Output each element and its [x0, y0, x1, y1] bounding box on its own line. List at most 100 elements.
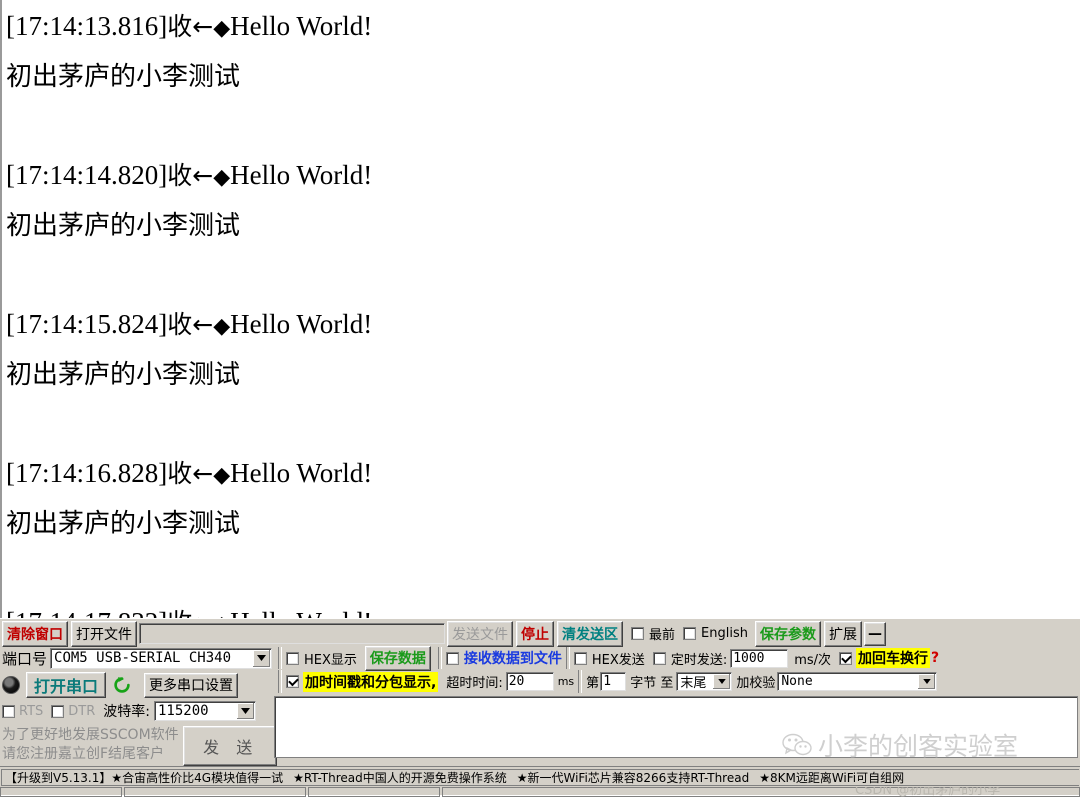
status-bar [0, 787, 1080, 797]
status-cell [308, 787, 440, 797]
rts-checkbox[interactable] [2, 704, 15, 718]
crlf-checkbox[interactable] [839, 651, 853, 665]
receive-payload: Hello World! [230, 160, 373, 190]
recv-to-file-checkbox[interactable] [445, 651, 459, 665]
arrow-left-icon: ← [192, 310, 214, 339]
diamond-icon: ◆ [213, 16, 231, 41]
receive-block: [17:14:16.828]收←◆Hello World! 初出茅庐的小李测试 [6, 449, 1080, 549]
ad-ticker-segment[interactable]: ★RT-Thread中国人的开源免费操作系统 [293, 770, 507, 785]
chevron-down-icon[interactable] [253, 649, 270, 667]
sscom-window: [17:14:13.816]收←◆Hello World! 初出茅庐的小李测试 [… [0, 0, 1080, 798]
status-cell [124, 787, 306, 797]
arrow-left-icon: ← [192, 608, 213, 618]
divider [565, 647, 570, 669]
port-settings-column: 端口号 COM5 USB-SERIAL CH340 打开串口 更多串口设置 RT… [0, 646, 277, 766]
control-panel: 清除窗口 打开文件 发送文件 停止 清发送区 最前 English 保存参数 扩… [0, 618, 1080, 766]
options-row-1: HEX显示 保存数据 接收数据到文件 HEX发送 定时发送: 1000 ms/次… [274, 645, 1080, 671]
port-select[interactable]: COM5 USB-SERIAL CH340 [50, 647, 272, 669]
send-button[interactable]: 发 送 [182, 726, 277, 766]
hex-display-checkbox[interactable] [286, 651, 299, 665]
arrow-left-icon: ← [192, 459, 214, 488]
timed-send-interval-input[interactable]: 1000 [730, 648, 789, 668]
receive-line-header: [17:14:14.820]收←◆Hello World! [6, 151, 1080, 202]
more-port-settings-button[interactable]: 更多串口设置 [144, 672, 239, 698]
recv-to-file-label[interactable]: 接收数据到文件 [464, 648, 562, 668]
topmost-label: 最前 [649, 628, 676, 643]
topmost-checkbox-group[interactable]: 最前 [631, 624, 675, 643]
receive-area[interactable]: [17:14:13.816]收←◆Hello World! 初出茅庐的小李测试 [… [0, 0, 1080, 618]
receive-line-body: 初出茅庐的小李测试 [6, 509, 241, 539]
receive-blank-line [6, 102, 1080, 151]
chevron-down-icon[interactable] [236, 703, 254, 719]
receive-block: [17:14:14.820]收←◆Hello World! 初出茅庐的小李测试 [6, 151, 1080, 251]
hex-send-checkbox[interactable] [573, 651, 587, 665]
timed-send-unit: ms/次 [794, 652, 832, 668]
timed-send-label: 定时发送: [670, 652, 728, 668]
rts-label: RTS [19, 703, 44, 719]
byte-end-select[interactable]: 末尾 [676, 672, 733, 691]
receive-timestamp: [17:14:13.816] [6, 11, 168, 41]
extend-button[interactable]: 扩展 [823, 620, 862, 647]
topmost-checkbox[interactable] [631, 627, 644, 640]
stop-button[interactable]: 停止 [516, 620, 554, 647]
byte-prefix-label: 第 [586, 676, 600, 691]
byte-start-input[interactable]: 1 [600, 672, 627, 691]
baud-row: RTS DTR 波特率: 115200 [2, 700, 272, 722]
minimize-button[interactable]: — [863, 621, 886, 646]
receive-timestamp: [17:14:16.828] [6, 458, 168, 488]
receive-line-body: 初出茅庐的小李测试 [6, 360, 241, 390]
ad-ticker: 【升级到V5.13.1】★合宙高性价比4G模块值得一试 ★RT-Thread中国人… [0, 766, 1080, 787]
register-notice-row: 为了更好地发展SSCOM软件 请您注册嘉立创F结尾客户 发 送 [2, 726, 277, 766]
receive-direction: 收 [167, 12, 193, 41]
chevron-down-icon[interactable] [918, 674, 936, 689]
save-param-button[interactable]: 保存参数 [754, 620, 821, 647]
register-notice: 为了更好地发展SSCOM软件 请您注册嘉立创F结尾客户 [2, 726, 179, 766]
file-path-input[interactable] [139, 623, 445, 644]
port-select-value: COM5 USB-SERIAL CH340 [54, 650, 232, 666]
receive-line-header: [17:14:17.832]收←◆Hello World! [6, 598, 1080, 618]
dtr-label: DTR [68, 703, 96, 719]
receive-payload: Hello World! [230, 458, 373, 488]
receive-blank-line [6, 400, 1080, 449]
checksum-select[interactable]: None [777, 672, 938, 691]
refresh-icon[interactable] [112, 676, 132, 694]
port-label: 端口号 [2, 649, 48, 668]
help-icon[interactable]: ? [931, 650, 939, 666]
timed-send-checkbox[interactable] [652, 651, 666, 665]
send-input[interactable] [274, 696, 1078, 758]
timeout-input[interactable]: 20 [505, 672, 554, 691]
receive-block: [17:14:13.816]收←◆Hello World! 初出茅庐的小李测试 [6, 2, 1080, 102]
ad-ticker-segment[interactable]: ★新一代WiFi芯片兼容8266支持RT-Thread [517, 770, 749, 785]
clear-window-button[interactable]: 清除窗口 [2, 620, 68, 647]
ad-ticker-text[interactable]: 【升级到V5.13.1】★合宙高性价比4G模块值得一试 ★RT-Thread中国人… [1, 768, 1079, 786]
save-data-button[interactable]: 保存数据 [364, 645, 431, 671]
open-port-row: 打开串口 更多串口设置 [2, 672, 272, 698]
ad-ticker-segment[interactable]: 【升级到V5.13.1】★合宙高性价比4G模块值得一试 [5, 770, 283, 785]
dtr-checkbox[interactable] [51, 704, 65, 718]
arrow-left-icon: ← [192, 161, 214, 190]
baud-select[interactable]: 115200 [153, 701, 256, 721]
open-port-button[interactable]: 打开串口 [26, 672, 107, 698]
ad-ticker-segment[interactable]: ★8KM远距离WiFi可自组网 [759, 770, 904, 785]
clear-send-area-button[interactable]: 清发送区 [557, 620, 623, 647]
receive-text: [17:14:13.816]收←◆Hello World! 初出茅庐的小李测试 [… [2, 0, 1080, 618]
open-file-button[interactable]: 打开文件 [71, 620, 137, 647]
receive-timestamp: [17:14:15.824] [6, 309, 168, 339]
hex-send-label: HEX发送 [591, 652, 645, 668]
receive-blank-line [6, 549, 1080, 598]
receive-payload: Hello World! [230, 309, 373, 339]
register-notice-line2: 请您注册嘉立创F结尾客户 [2, 746, 165, 762]
crlf-label: 加回车换行 [856, 648, 931, 668]
register-notice-line1: 为了更好地发展SSCOM软件 [2, 727, 179, 743]
receive-block: [17:14:17.832]收←◆Hello World!初出茅庐的小李测试 [6, 598, 1080, 618]
english-checkbox-group[interactable]: English [683, 626, 748, 641]
timestamp-checkbox[interactable] [286, 675, 299, 688]
send-file-button[interactable]: 发送文件 [447, 620, 513, 647]
english-checkbox[interactable] [683, 627, 697, 640]
divider [578, 670, 583, 693]
receive-line-header: [17:14:16.828]收←◆Hello World! [6, 449, 1080, 500]
english-label: English [701, 626, 748, 641]
chevron-down-icon[interactable] [713, 674, 731, 689]
timeout-unit: ms [557, 675, 575, 688]
checksum-value: None [781, 674, 813, 689]
